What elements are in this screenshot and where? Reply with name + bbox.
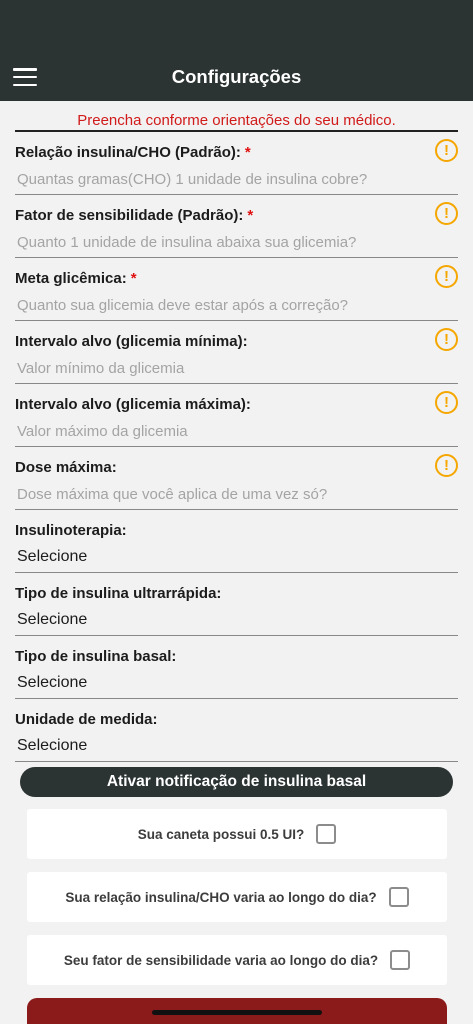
field-sensitivity-factor: Fator de sensibilidade (Padrão):* ! (15, 195, 458, 258)
field-label: Meta glicêmica: (15, 270, 127, 287)
pen-half-unit-checkbox[interactable] (316, 824, 337, 844)
field-label: Unidade de medida: (15, 711, 158, 728)
field-label: Tipo de insulina ultrarrápida: (15, 585, 222, 602)
sensitivity-factor-input[interactable] (17, 231, 427, 253)
field-glycemic-goal: Meta glicêmica:* ! (15, 258, 458, 321)
required-asterisk: * (244, 144, 251, 161)
info-warning-icon[interactable]: ! (435, 202, 458, 225)
target-max-input[interactable] (17, 420, 427, 442)
home-indicator (152, 1010, 322, 1015)
measure-unit-select[interactable]: Selecione (17, 737, 87, 755)
info-warning-icon[interactable]: ! (435, 454, 458, 477)
insulin-cho-ratio-input[interactable] (17, 168, 427, 190)
sensitivity-varies-checkbox[interactable] (390, 950, 411, 970)
doctor-notice: Preencha conforme orientações do seu méd… (77, 112, 396, 129)
field-target-max: Intervalo alvo (glicemia máxima): ! (15, 384, 458, 447)
activate-basal-notification-button[interactable]: Ativar notificação de insulina basal (20, 767, 453, 797)
field-label: Fator de sensibilidade (Padrão): (15, 207, 244, 224)
target-min-input[interactable] (17, 357, 427, 379)
insulin-therapy-select[interactable]: Selecione (17, 548, 87, 566)
field-basal-insulin-type: Tipo de insulina basal: Selecione (15, 636, 458, 699)
info-warning-icon[interactable]: ! (435, 265, 458, 288)
field-label: Intervalo alvo (glicemia máxima): (15, 396, 251, 413)
field-rapid-insulin-type: Tipo de insulina ultrarrápida: Selecione (15, 573, 458, 636)
basal-insulin-type-select[interactable]: Selecione (17, 674, 87, 692)
required-asterisk: * (130, 270, 137, 287)
field-insulin-therapy: Insulinoterapia: Selecione (15, 510, 458, 573)
check-label: Seu fator de sensibilidade varia ao long… (63, 952, 379, 968)
app-header: Configurações (0, 0, 473, 101)
cho-ratio-varies-checkbox[interactable] (388, 887, 409, 907)
field-target-min: Intervalo alvo (glicemia mínima): ! (15, 321, 458, 384)
field-label: Tipo de insulina basal: (15, 648, 177, 665)
page-title: Configurações (171, 66, 302, 87)
field-label: Intervalo alvo (glicemia mínima): (15, 333, 248, 350)
check-sensitivity-varies: Seu fator de sensibilidade varia ao long… (27, 935, 447, 985)
info-warning-icon[interactable]: ! (435, 139, 458, 162)
required-asterisk: * (247, 207, 254, 224)
field-insulin-cho-ratio: Relação insulina/CHO (Padrão):* ! (15, 132, 458, 195)
field-underline (15, 760, 458, 762)
check-label: Sua caneta possui 0.5 UI? (137, 826, 305, 842)
field-measure-unit: Unidade de medida: Selecione (15, 699, 458, 762)
info-warning-icon[interactable]: ! (435, 328, 458, 351)
field-max-dose: Dose máxima: ! (15, 447, 458, 510)
field-label: Dose máxima: (15, 459, 117, 476)
check-cho-ratio-varies: Sua relação insulina/CHO varia ao longo … (27, 872, 447, 922)
max-dose-input[interactable] (17, 483, 427, 505)
field-label: Insulinoterapia: (15, 522, 127, 539)
check-label: Sua relação insulina/CHO varia ao longo … (65, 889, 377, 905)
glycemic-goal-input[interactable] (17, 294, 427, 316)
check-pen-half-unit: Sua caneta possui 0.5 UI? (27, 809, 447, 859)
rapid-insulin-type-select[interactable]: Selecione (17, 611, 87, 629)
info-warning-icon[interactable]: ! (435, 391, 458, 414)
field-label: Relação insulina/CHO (Padrão): (15, 144, 241, 161)
